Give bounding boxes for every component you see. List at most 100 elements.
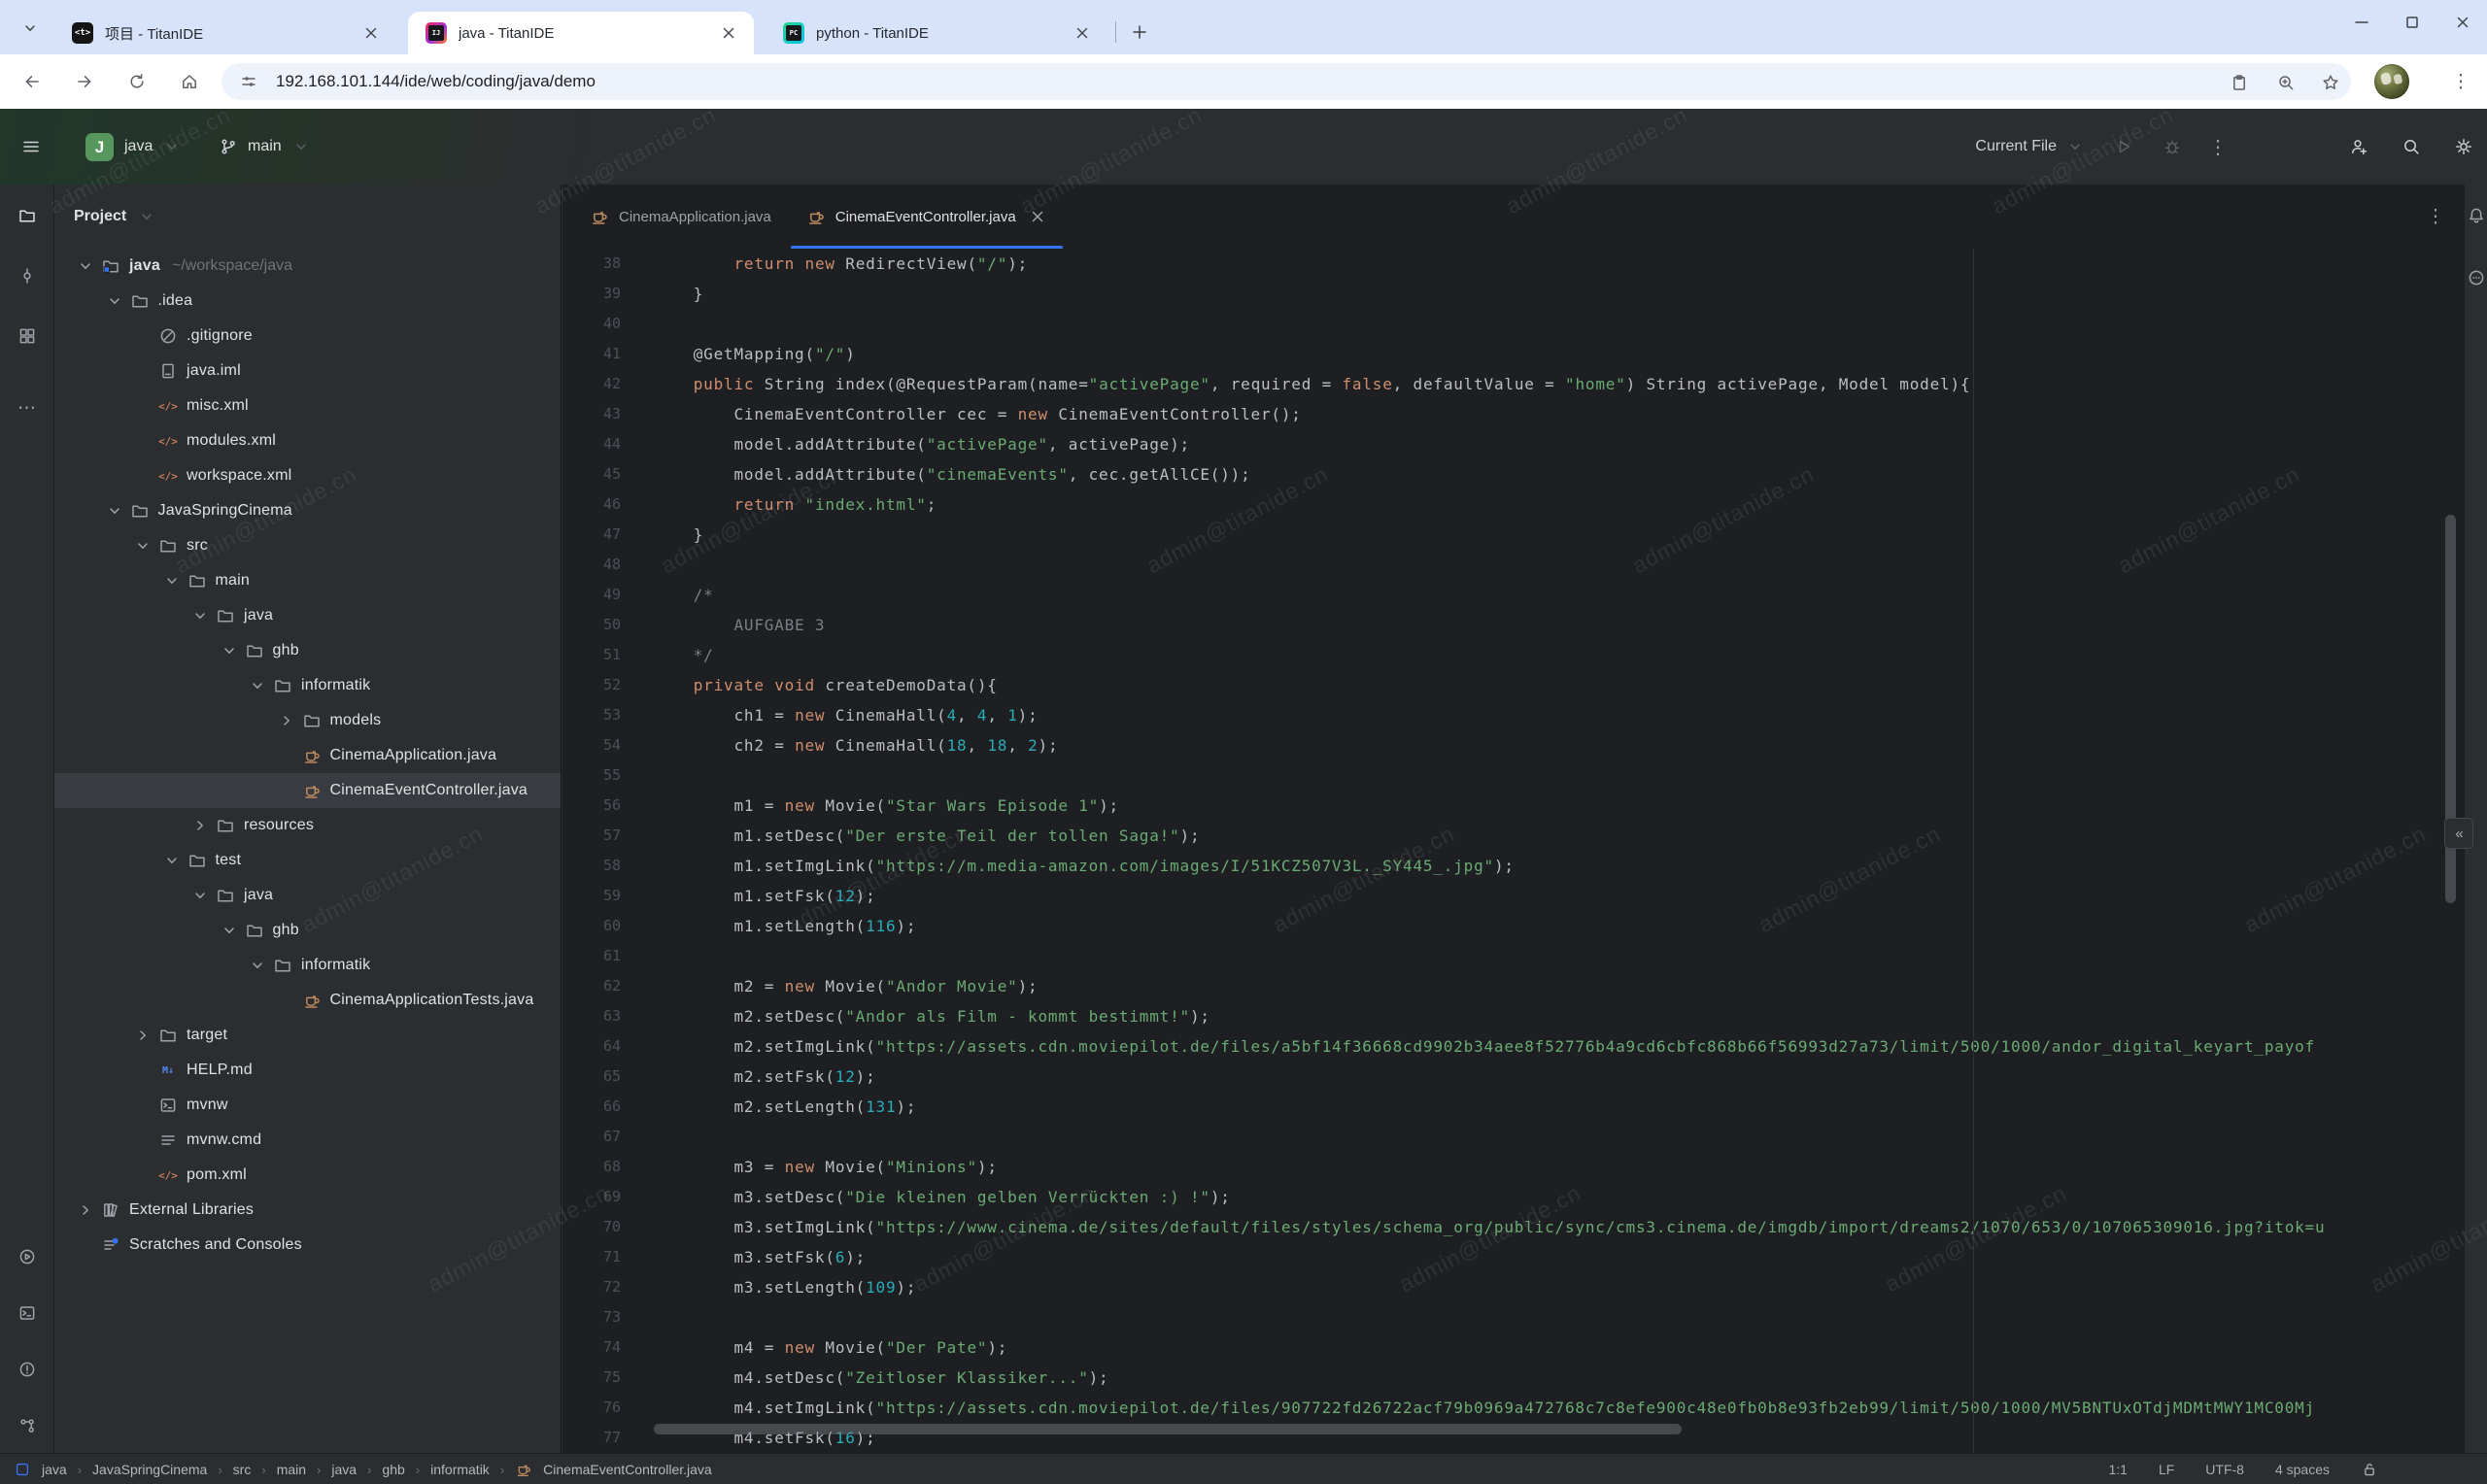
collapse-panel-button[interactable]: «: [2444, 818, 2473, 849]
reload-button[interactable]: [122, 67, 152, 96]
tree-item-misc.xml[interactable]: </> misc.xml: [54, 388, 561, 423]
tree-item-ghb[interactable]: ghb: [54, 633, 561, 668]
chevron-right-icon[interactable]: [277, 711, 296, 730]
status-item[interactable]: UTF-8: [2205, 1462, 2244, 1477]
tool-project-folder-icon[interactable]: [14, 202, 41, 229]
settings-button[interactable]: [2451, 134, 2476, 159]
tree-item-External-Libraries[interactable]: External Libraries: [54, 1193, 561, 1228]
chevron-right-icon[interactable]: [190, 816, 210, 835]
tree-item-mvnw[interactable]: mvnw: [54, 1088, 561, 1123]
code-editor[interactable]: 38 return new RedirectView("/");39 }4041…: [562, 249, 2464, 1453]
browser-profile-avatar[interactable]: [2374, 64, 2409, 99]
tree-item-informatik[interactable]: informatik: [54, 948, 561, 983]
run-config-selector[interactable]: Current File: [1975, 134, 2088, 159]
tool-version-control-icon[interactable]: [14, 1412, 41, 1439]
browser-tab-2[interactable]: PC python - TitanIDE: [766, 12, 1107, 54]
home-button[interactable]: [175, 67, 204, 96]
back-button[interactable]: [17, 67, 47, 96]
forward-button[interactable]: [70, 67, 99, 96]
breadcrumb-item[interactable]: main: [277, 1462, 306, 1477]
tree-item-java[interactable]: java: [54, 878, 561, 913]
browser-menu-button[interactable]: ⋮: [2446, 67, 2475, 96]
url-text[interactable]: 192.168.101.144/ide/web/coding/java/demo: [276, 72, 596, 91]
chevron-down-icon[interactable]: [190, 886, 210, 905]
window-minimize-button[interactable]: [2345, 6, 2378, 39]
chevron-down-icon[interactable]: [105, 291, 124, 311]
tree-item-src[interactable]: src: [54, 528, 561, 563]
breadcrumb-item[interactable]: informatik: [430, 1462, 490, 1477]
tree-item-main[interactable]: main: [54, 563, 561, 598]
tool-more-tools-icon[interactable]: ⋯: [14, 394, 41, 422]
breadcrumb-item[interactable]: java: [42, 1462, 67, 1477]
chevron-down-icon[interactable]: [190, 606, 210, 625]
breadcrumb-item[interactable]: src: [233, 1462, 252, 1477]
chevron-right-icon[interactable]: [76, 1200, 95, 1220]
project-panel-header[interactable]: Project: [54, 185, 561, 249]
zoom-page-icon[interactable]: [2273, 70, 2299, 95]
branch-selector[interactable]: main: [216, 109, 314, 185]
breadcrumb-item[interactable]: java: [331, 1462, 357, 1477]
tree-item-test[interactable]: test: [54, 843, 561, 878]
chevron-down-icon[interactable]: [220, 921, 239, 940]
chevron-down-icon[interactable]: [76, 256, 95, 276]
tool-services-icon[interactable]: [14, 1243, 41, 1270]
bookmark-star-icon[interactable]: [2318, 70, 2343, 95]
tool-structure-icon[interactable]: [14, 322, 41, 350]
chevron-right-icon[interactable]: [133, 1026, 153, 1045]
code-with-me-button[interactable]: [2346, 134, 2371, 159]
editor-tab-0[interactable]: CinemaApplication.java: [572, 185, 789, 249]
browser-tab-0[interactable]: <t> 项目 - TitanIDE: [54, 12, 396, 54]
tree-item-resources[interactable]: resources: [54, 808, 561, 843]
chevron-down-icon[interactable]: [220, 641, 239, 660]
ai-assistant-icon[interactable]: [2463, 264, 2487, 291]
chevron-down-icon[interactable]: [133, 536, 153, 556]
tree-item-pom.xml[interactable]: </> pom.xml: [54, 1158, 561, 1193]
address-bar[interactable]: 192.168.101.144/ide/web/coding/java/demo: [221, 63, 2351, 100]
chevron-down-icon[interactable]: [248, 676, 267, 695]
status-item[interactable]: 1:1: [2108, 1462, 2127, 1477]
chevron-down-icon[interactable]: [248, 956, 267, 975]
tree-item-CinemaEventController.java[interactable]: CinemaEventController.java: [54, 773, 561, 808]
lock-open-icon[interactable]: [2361, 1461, 2378, 1478]
editor-area[interactable]: CinemaApplication.java CinemaEventContro…: [562, 185, 2464, 1453]
clipboard-icon[interactable]: [2227, 70, 2252, 95]
more-actions-button[interactable]: ⋮: [2208, 135, 2228, 159]
window-close-button[interactable]: [2446, 6, 2479, 39]
site-settings-icon[interactable]: [237, 70, 260, 93]
status-item[interactable]: LF: [2159, 1462, 2174, 1477]
window-maximize-button[interactable]: [2396, 6, 2429, 39]
tree-item-ghb[interactable]: ghb: [54, 913, 561, 948]
tree-item-java.iml[interactable]: java.iml: [54, 354, 561, 388]
tree-item-target[interactable]: target: [54, 1018, 561, 1053]
breadcrumb-item[interactable]: JavaSpringCinema: [92, 1462, 207, 1477]
tab-close-icon[interactable]: [359, 21, 383, 45]
project-badge[interactable]: J: [85, 133, 114, 161]
tab-close-icon[interactable]: [1071, 21, 1094, 45]
tree-item-CinemaApplicationTests.java[interactable]: CinemaApplicationTests.java: [54, 983, 561, 1018]
tree-item-mvnw.cmd[interactable]: mvnw.cmd: [54, 1123, 561, 1158]
search-everywhere-button[interactable]: [2399, 134, 2424, 159]
tree-item-modules.xml[interactable]: </> modules.xml: [54, 423, 561, 458]
run-button[interactable]: [2111, 134, 2136, 159]
tree-item-Scratches-and-Consoles[interactable]: Scratches and Consoles: [54, 1228, 561, 1263]
browser-tab-1[interactable]: IJ java - TitanIDE: [408, 12, 754, 54]
tool-commit-icon[interactable]: [14, 262, 41, 289]
tree-item-.gitignore[interactable]: .gitignore: [54, 319, 561, 354]
tree-item-informatik[interactable]: informatik: [54, 668, 561, 703]
tree-item-java[interactable]: java ~/workspace/java: [54, 249, 561, 284]
tab-close-icon[interactable]: [717, 21, 740, 45]
tool-terminal-icon[interactable]: [14, 1299, 41, 1327]
status-item[interactable]: 4 spaces: [2275, 1462, 2330, 1477]
editor-tabs-menu-button[interactable]: ⋮: [2423, 204, 2448, 229]
chevron-down-icon[interactable]: [162, 571, 182, 590]
tree-item-workspace.xml[interactable]: </> workspace.xml: [54, 458, 561, 493]
tree-item-.idea[interactable]: .idea: [54, 284, 561, 319]
tree-item-models[interactable]: models: [54, 703, 561, 738]
tab-search-icon[interactable]: [16, 14, 45, 43]
tree-item-JavaSpringCinema[interactable]: JavaSpringCinema: [54, 493, 561, 528]
chevron-down-icon[interactable]: [162, 851, 182, 870]
debug-button[interactable]: [2160, 134, 2185, 159]
tree-item-CinemaApplication.java[interactable]: CinemaApplication.java: [54, 738, 561, 773]
tree-item-HELP.md[interactable]: M↓ HELP.md: [54, 1053, 561, 1088]
project-selector[interactable]: java: [124, 109, 185, 185]
